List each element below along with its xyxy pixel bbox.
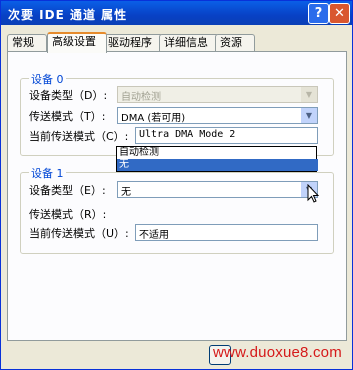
device0-mode-select[interactable]: DMA (若可用) ▼: [117, 107, 318, 124]
dropdown-option-auto-detect[interactable]: 自动检测: [117, 147, 318, 159]
tab-driver[interactable]: 驱动程序: [103, 34, 163, 51]
device0-mode-value: DMA (若可用): [121, 113, 186, 124]
device0-mode-label: 传送模式（T）:: [29, 110, 106, 123]
device0-type-label: 设备类型（D）:: [29, 89, 108, 102]
advanced-panel: 设备 0 设备类型（D）: 自动检测 ▼ 传送模式（T）: DMA (若可用) …: [7, 51, 347, 341]
device0-legend: 设备 0: [29, 71, 66, 87]
help-button[interactable]: ?: [308, 3, 329, 24]
chevron-down-icon[interactable]: ▼: [301, 108, 317, 123]
device1-mode-label: 传送模式（R）:: [29, 208, 107, 221]
dropdown-option-none[interactable]: 无: [117, 159, 318, 171]
device0-type-value: 自动检测: [121, 92, 161, 103]
tab-details[interactable]: 详细信息: [159, 34, 219, 51]
device0-current-value: Ultra DMA Mode 2: [139, 129, 236, 140]
device0-current-field: Ultra DMA Mode 2: [135, 127, 318, 144]
tab-general[interactable]: 常规: [7, 34, 47, 51]
device0-group: 设备 0 设备类型（D）: 自动检测 ▼ 传送模式（T）: DMA (若可用) …: [20, 71, 334, 156]
mouse-pointer-icon: [307, 184, 320, 203]
device1-current-field: 不适用: [135, 224, 318, 241]
watermark-text: www.duoxue8.com: [213, 344, 342, 361]
device1-current-label: 当前传送模式（U）:: [29, 227, 129, 240]
device1-type-label: 设备类型（E）:: [29, 184, 106, 197]
tab-resources[interactable]: 资源: [215, 34, 255, 51]
device0-type-select: 自动检测 ▼: [117, 86, 318, 103]
properties-window: 次要 IDE 通道 属性 ? ✕ 常规 高级设置 驱动程序 详细信息 资源 设备…: [0, 0, 353, 370]
close-button[interactable]: ✕: [329, 3, 350, 24]
device1-type-value: 无: [121, 187, 131, 198]
device1-group: 设备 1 设备类型（E）: 无 ▼ 传送模式（R）: 当前传送模式（U）: 不适…: [20, 165, 334, 254]
device1-type-select[interactable]: 无 ▼: [117, 181, 318, 198]
tab-advanced[interactable]: 高级设置: [47, 32, 107, 53]
chevron-down-icon: ▼: [301, 87, 317, 102]
device1-type-dropdown-list[interactable]: 自动检测 无: [116, 146, 318, 172]
device0-current-label: 当前传送模式（C）:: [29, 130, 129, 143]
device1-legend: 设备 1: [29, 165, 66, 181]
title-bar: 次要 IDE 通道 属性 ? ✕: [1, 1, 352, 25]
device1-current-value: 不适用: [139, 230, 169, 241]
window-title: 次要 IDE 通道 属性: [8, 8, 128, 22]
